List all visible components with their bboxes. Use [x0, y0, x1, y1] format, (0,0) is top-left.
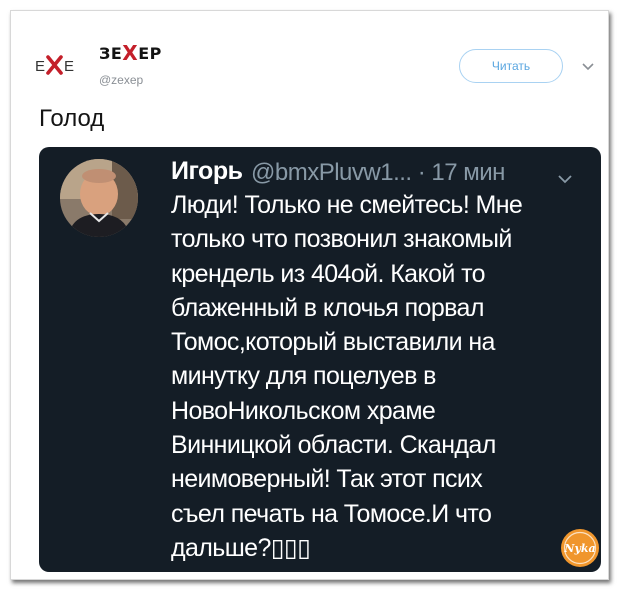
embedded-line: Винницкой области. Скандал	[171, 431, 496, 460]
embedded-line: блаженный в клочья порвал	[171, 293, 484, 322]
embedded-chevron-down-icon	[557, 171, 573, 184]
author-handle[interactable]: @zexep	[99, 73, 143, 87]
embedded-line: минутку для поцелуев в	[171, 362, 436, 391]
author-name[interactable]: ЗЕXЕР	[99, 41, 162, 65]
embedded-line: дальше?▯▯▯	[171, 533, 311, 562]
chevron-down-icon[interactable]	[581, 59, 595, 71]
embedded-meta: @bmxPluvw1... · 17 мин	[251, 159, 505, 186]
author-name-left: ЗЕ	[99, 44, 123, 63]
tweet-text: Голод	[39, 105, 105, 132]
embedded-author-name: Игорь	[171, 157, 243, 185]
author-name-mark: X	[122, 41, 139, 65]
tweet-card: E E ЗЕXЕР @zexep Читать Голод Игорь @bmx…	[10, 10, 609, 580]
embedded-screenshot: Игорь @bmxPluvw1... · 17 мин Люди! Тольк…	[39, 147, 601, 572]
author-name-right: ЕР	[138, 44, 162, 63]
embedded-line: Люди! Только не смейтесь! Мне	[171, 191, 523, 219]
svg-text:E: E	[64, 58, 74, 75]
follow-button[interactable]: Читать	[459, 49, 563, 83]
nyka-badge-icon: Nyka	[560, 528, 600, 568]
svg-text:Nyka: Nyka	[563, 542, 595, 555]
embedded-line: съел печать на Томосе.И что	[171, 499, 492, 528]
exe-logo-icon[interactable]: E E	[35, 49, 95, 77]
embedded-line: НовоНикольском храме	[171, 396, 436, 425]
embedded-line: только что позвонил знакомый	[171, 225, 512, 254]
embedded-line: крендель из 404ой. Какой то	[171, 259, 486, 288]
avatar	[60, 159, 138, 237]
embedded-line: Томос,который выставили на	[171, 328, 495, 357]
embedded-tweet-body: Люди! Только не смейтесь! Мне только что…	[171, 188, 591, 565]
svg-text:E: E	[35, 58, 45, 75]
embedded-line: неимоверный! Так этот псих	[171, 465, 483, 494]
